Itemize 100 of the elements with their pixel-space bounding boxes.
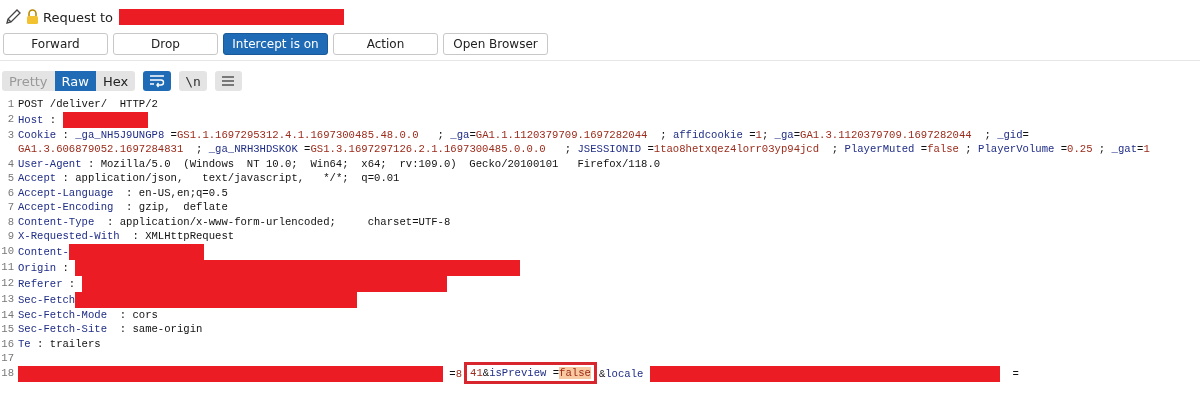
code-text: GA1.3.606879052.1697284831 — [18, 143, 184, 155]
code-text: : application/x-www-form-urlencoded; charset=UTF-8 — [106, 215, 451, 228]
code-text: Accept-Encoding — [18, 201, 114, 213]
line-number: 15 — [0, 322, 15, 337]
code-text: 8 — [455, 367, 463, 380]
code-text: false — [559, 367, 591, 380]
line-number: 2 — [6, 111, 15, 127]
toolbar-button[interactable]: Drop — [113, 33, 218, 55]
code-text: : XMLHttpRequest — [131, 230, 235, 242]
code-text: ; — [195, 143, 204, 155]
code-text: locale — [605, 367, 645, 380]
view-tab[interactable]: Raw — [54, 71, 96, 91]
code-text: Sec-Fetch — [18, 293, 76, 306]
toolbar-button[interactable]: Action — [333, 33, 438, 55]
line-number: 16 — [0, 336, 15, 351]
line-number: 4 — [6, 156, 15, 171]
code-text: _gat — [1111, 143, 1138, 155]
line-number: 17 — [0, 351, 15, 366]
code-text: User-Agent — [18, 157, 82, 170]
code-text: = — [1011, 367, 1019, 380]
code-text: Host — [18, 113, 44, 126]
code-text: = — [1022, 128, 1029, 141]
code-text: 1 — [755, 128, 762, 141]
code-text: : — [67, 277, 77, 290]
code-text: = — [303, 143, 311, 155]
code-text: = — [1137, 143, 1144, 155]
code-text: ; — [659, 128, 668, 141]
code-text: Cookie — [18, 128, 57, 141]
code-text: Accept-Language — [18, 186, 114, 199]
code-text: = — [793, 128, 801, 141]
code-text: 1 — [1143, 143, 1150, 155]
line-number: 18 — [0, 365, 15, 381]
toolbar-button[interactable]: Intercept is on — [223, 33, 328, 55]
code-text: 41 — [470, 367, 483, 380]
line-number: 10 — [0, 243, 15, 259]
code-text: ; — [761, 128, 770, 141]
line-number: 11 — [0, 259, 15, 275]
code-text: Origin — [18, 261, 57, 274]
code-text: GA1.3.1120379709.1697282044 — [800, 128, 972, 141]
code-text: Te — [18, 337, 31, 350]
line-number: 14 — [0, 307, 15, 322]
code-text: Accept — [18, 172, 57, 184]
code-text: : — [61, 261, 70, 274]
code-text: _ga — [774, 128, 794, 141]
code-text: Sec-Fetch-Mode — [18, 308, 107, 321]
code-text: isPreview — [489, 367, 547, 380]
wrap-icon — [149, 74, 166, 88]
pencil-icon[interactable] — [4, 8, 22, 26]
code-text: = — [469, 128, 476, 141]
code-text: ; — [830, 143, 840, 155]
code-text: : en-US,en;q=0.5 — [125, 186, 228, 199]
code-text: & — [598, 367, 606, 380]
code-text: _ga — [450, 128, 470, 141]
code-text: GA1.1.1120379709.1697282044 — [475, 128, 648, 141]
menu-button[interactable] — [214, 71, 242, 91]
code-text: = — [646, 143, 654, 155]
line-number: 7 — [6, 200, 15, 215]
code-text: _gid — [997, 128, 1023, 141]
code-text: _ga_NRH3HDSKOK — [208, 143, 298, 155]
code-text: = — [1059, 143, 1068, 155]
code-text: : gzip, deflate — [125, 201, 228, 213]
code-text: _ga_NH5J9UNGP8 — [75, 128, 165, 141]
code-text: : — [48, 113, 58, 126]
toolbar-button[interactable]: Forward — [3, 33, 108, 55]
line-number: 1 — [6, 97, 15, 112]
code-text: : application/json, text/javascript, */*; q=0.01 — [61, 172, 400, 184]
code-text: 1tao8hetxqez4lorr03yp94jcd — [653, 143, 820, 155]
code-text: : same-origin — [118, 323, 203, 335]
code-text: ; — [563, 143, 573, 155]
code-text: ; — [436, 128, 445, 141]
code-text: Referer — [18, 277, 63, 290]
code-text: = — [748, 128, 756, 141]
line-number: 3 — [6, 127, 15, 143]
code-text: GS1.1.1697295312.4.1.1697300485.48.0.0 — [176, 128, 419, 141]
request-title: Request to — [43, 9, 113, 25]
wrap-lines-button[interactable] — [143, 71, 172, 91]
line-number: 6 — [6, 185, 15, 200]
line-number: 8 — [6, 214, 15, 229]
code-text: Content- — [18, 245, 69, 258]
newline-toggle[interactable]: \n — [179, 71, 207, 91]
code-text: ; — [983, 128, 992, 141]
code-text: = — [169, 128, 177, 141]
toolbar-button[interactable]: Open Browser — [443, 33, 548, 55]
line-number: 13 — [0, 291, 15, 307]
code-text: POST /deliver/ HTTP/2 — [18, 98, 158, 110]
code-text: = — [919, 143, 928, 155]
code-text: : cors — [118, 308, 158, 321]
code-text: X-Requested-With — [18, 230, 120, 242]
line-number: 12 — [0, 275, 15, 291]
code-text: ; — [1097, 143, 1107, 155]
code-text: PlayerMuted — [844, 143, 915, 155]
code-text: Content-Type — [18, 215, 95, 228]
lock-icon — [26, 9, 39, 25]
code-text: : trailers — [36, 337, 101, 350]
code-text: = — [448, 367, 456, 380]
menu-icon — [221, 75, 236, 87]
code-text: PlayerVolume — [978, 143, 1055, 155]
view-tab[interactable]: Hex — [95, 71, 136, 91]
code-text: & — [482, 367, 490, 380]
code-text: : Mozilla/5.0 (Windows NT 10.0; Win64; x64; rv:109.0) Gecko/20100101 Firefox/118.0 — [86, 157, 661, 170]
